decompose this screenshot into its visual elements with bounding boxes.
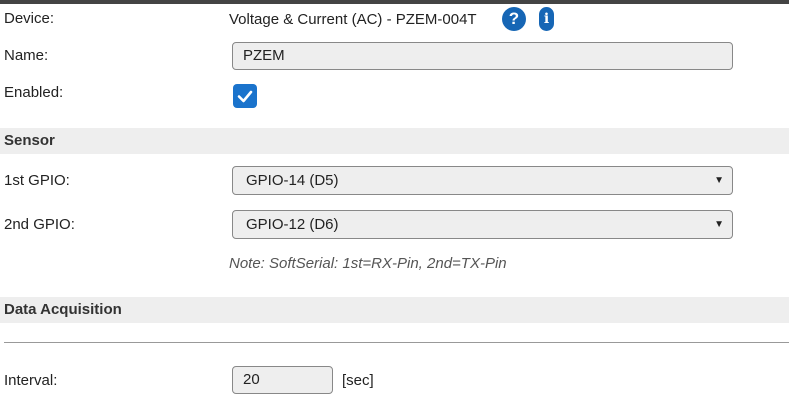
data-acquisition-section-header: Data Acquisition bbox=[0, 297, 789, 323]
checkmark-icon bbox=[237, 90, 253, 103]
sensor-section-header: Sensor bbox=[0, 128, 789, 154]
dropdown-arrow-icon: ▼ bbox=[714, 219, 724, 230]
info-icon[interactable]: i bbox=[539, 7, 554, 31]
divider bbox=[4, 342, 789, 343]
name-input[interactable]: PZEM bbox=[232, 42, 733, 70]
interval-input[interactable]: 20 bbox=[232, 366, 333, 394]
gpio2-label: 2nd GPIO: bbox=[4, 216, 75, 233]
gpio1-select[interactable]: GPIO-14 (D5) ▼ bbox=[232, 166, 733, 195]
question-circle-icon[interactable]: ? bbox=[502, 7, 526, 31]
interval-unit: [sec] bbox=[342, 372, 374, 389]
gpio2-select[interactable]: GPIO-12 (D6) ▼ bbox=[232, 210, 733, 239]
softserial-note: Note: SoftSerial: 1st=RX-Pin, 2nd=TX-Pin bbox=[229, 255, 507, 272]
gpio1-label: 1st GPIO: bbox=[4, 172, 70, 189]
dropdown-arrow-icon: ▼ bbox=[714, 175, 724, 186]
interval-label: Interval: bbox=[4, 372, 58, 389]
device-value: Voltage & Current (AC) - PZEM-004T bbox=[229, 11, 477, 28]
top-border bbox=[0, 0, 789, 4]
enabled-label: Enabled: bbox=[4, 84, 64, 101]
name-label: Name: bbox=[4, 47, 49, 64]
gpio1-selected-value: GPIO-14 (D5) bbox=[246, 172, 339, 189]
device-label: Device: bbox=[4, 10, 55, 27]
gpio2-selected-value: GPIO-12 (D6) bbox=[246, 216, 339, 233]
enabled-checkbox[interactable] bbox=[233, 84, 257, 108]
